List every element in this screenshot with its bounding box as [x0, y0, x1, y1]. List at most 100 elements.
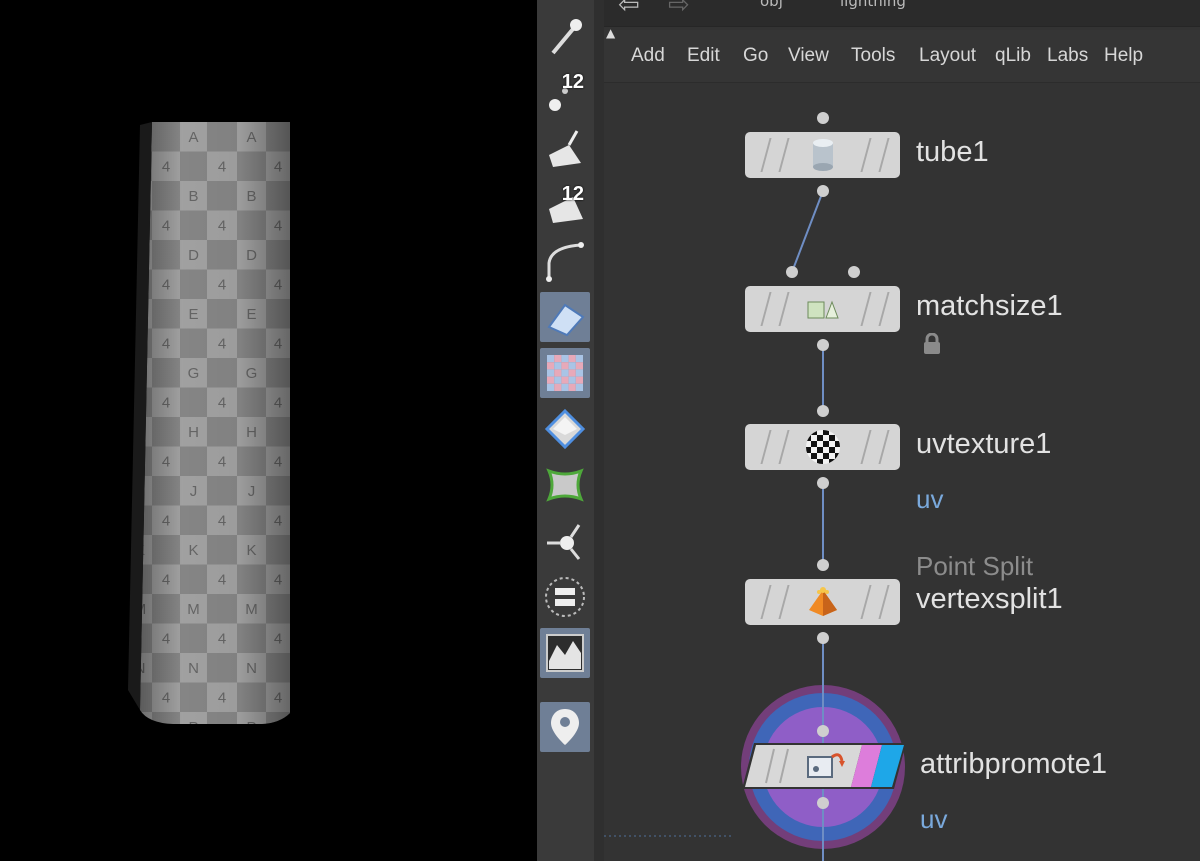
- uv-checker-cell: [554, 383, 562, 391]
- node-sublabel-attribpromote1: uv: [920, 804, 948, 834]
- uv-checker-cell: [554, 369, 562, 377]
- sphere-checker-cell: [823, 459, 829, 464]
- uv-checker-cell: [561, 383, 569, 391]
- sphere-checker-cell: [817, 435, 823, 441]
- uv-checker-cell: [568, 355, 576, 363]
- circle-split-icon[interactable]: [540, 572, 590, 622]
- node-tube1[interactable]: [745, 132, 900, 178]
- sphere-checker-cell: [829, 435, 835, 441]
- uv-checker-cell: [575, 355, 583, 363]
- sphere-checker-cell: [817, 430, 823, 435]
- uvtexture1-input-connector[interactable]: [817, 405, 829, 417]
- sphere-checker-cell: [817, 453, 823, 459]
- node-sublabel-uvtexture1: uv: [916, 484, 944, 514]
- heightfield-icon[interactable]: [540, 628, 590, 678]
- network-editor[interactable]: ⇦ ⇨ obj lightning ▲ Add Edit Go View Too…: [604, 0, 1200, 861]
- uv-checker-cell: [547, 362, 555, 370]
- uv-checker-cell: [568, 369, 576, 377]
- node-label-matchsize1: matchsize1: [916, 290, 1063, 322]
- uv-flatten-icon[interactable]: [540, 460, 590, 510]
- node-vertexsplit1[interactable]: [745, 579, 900, 625]
- shelf-toolbar: 12 12: [537, 0, 595, 861]
- sphere-checker-cell: [829, 430, 835, 435]
- sphere-checker-cell: [811, 453, 817, 459]
- uv-checker-cell: [575, 376, 583, 384]
- uv-checker-cell: [561, 369, 569, 377]
- sphere-checker-cell: [806, 453, 811, 459]
- uvtexture1-output-connector[interactable]: [817, 477, 829, 489]
- sphere-checker-cell: [829, 441, 835, 447]
- uv-checker-cell: [561, 376, 569, 384]
- sphere-checker-cell: [806, 459, 811, 464]
- joint-icon[interactable]: [540, 516, 590, 566]
- node-comment-vertexsplit1: Point Split: [916, 551, 1034, 581]
- primitive-polygons-icon[interactable]: 12: [540, 180, 590, 230]
- tube1-input-connector[interactable]: [817, 112, 829, 124]
- sphere-checker-cell: [829, 453, 835, 459]
- node-uvtexture1[interactable]: [745, 424, 900, 470]
- sphere-checker-cell: [823, 430, 829, 435]
- node-label-attribpromote1: attribpromote1: [920, 748, 1107, 780]
- checker-label: P: [135, 719, 145, 736]
- node-label-tube1: tube1: [916, 136, 989, 168]
- sphere-checker-cell: [806, 441, 811, 447]
- node-label-uvtexture1: uvtexture1: [916, 428, 1052, 460]
- points-icon[interactable]: 12: [540, 68, 590, 118]
- tool-badge: 12: [561, 71, 584, 93]
- node-attribpromote1[interactable]: [742, 741, 906, 791]
- sphere-checker-cell: [823, 453, 829, 459]
- sphere-checker-cell: [806, 447, 811, 453]
- checker-tube-geometry: AAA444BBB444DDD444EEE444GGG444HHH444JJJ4…: [128, 122, 307, 736]
- uv-checker-cell: [568, 376, 576, 384]
- lock-icon[interactable]: [922, 332, 942, 359]
- uv-checker-cell: [568, 383, 576, 391]
- curve-icon[interactable]: [540, 236, 590, 286]
- tube1-output-connector[interactable]: [817, 185, 829, 197]
- sphere-checker-cell: [811, 435, 817, 441]
- pin-icon[interactable]: [540, 702, 590, 752]
- sphere-checker-cell: [811, 430, 817, 435]
- attribpromote1-output-connector[interactable]: [817, 797, 829, 809]
- uv-checker-cell: [554, 376, 562, 384]
- pyramid-icon: [803, 583, 843, 621]
- plane-icon[interactable]: [540, 292, 590, 342]
- paint-brush-icon[interactable]: [540, 12, 590, 62]
- tool-badge: 12: [561, 183, 584, 205]
- uv-checker-cell: [561, 362, 569, 370]
- uv-checker-cell: [547, 369, 555, 377]
- matchsize1-output-connector[interactable]: [817, 339, 829, 351]
- attribpromote-icon: [806, 747, 846, 789]
- uv-checker-cell: [547, 383, 555, 391]
- sphere-checker-cell: [835, 441, 840, 447]
- sphere-checker-cell: [835, 459, 840, 464]
- sphere-checker-cell: [835, 430, 840, 435]
- uv-checker-cell: [561, 355, 569, 363]
- uv-checker-cell: [554, 362, 562, 370]
- checker-sphere-icon: [803, 428, 843, 466]
- sphere-checker-cell: [811, 459, 817, 464]
- scene-viewport[interactable]: AAA444BBB444DDD444EEE444GGG444HHH444JJJ4…: [0, 0, 537, 861]
- sphere-checker-cell: [823, 435, 829, 441]
- sphere-checker-cell: [806, 430, 811, 435]
- polygon-brush-icon[interactable]: [540, 124, 590, 174]
- node-matchsize1[interactable]: [745, 286, 900, 332]
- sphere-checker-cell: [811, 447, 817, 453]
- vertexsplit1-output-connector[interactable]: [817, 632, 829, 644]
- sphere-checker-cell: [817, 447, 823, 453]
- uv-checker-cell: [547, 355, 555, 363]
- sphere-checker-cell: [817, 441, 823, 447]
- sphere-checker-cell: [835, 435, 840, 441]
- uv-checker-cell: [575, 383, 583, 391]
- uv-checker-icon[interactable]: [540, 348, 590, 398]
- sphere-checker-cell: [823, 447, 829, 453]
- tube-icon: [803, 136, 843, 174]
- vertexsplit1-input-connector[interactable]: [817, 559, 829, 571]
- sphere-checker-cell: [806, 435, 811, 441]
- matchsize1-input-1[interactable]: [786, 266, 798, 278]
- matchsize1-input-2[interactable]: [848, 266, 860, 278]
- diamond-icon[interactable]: [540, 404, 590, 454]
- attribpromote1-input-connector[interactable]: [817, 725, 829, 737]
- pane-divider[interactable]: [594, 0, 604, 861]
- sphere-checker-cell: [829, 447, 835, 453]
- sphere-checker-cell: [835, 453, 840, 459]
